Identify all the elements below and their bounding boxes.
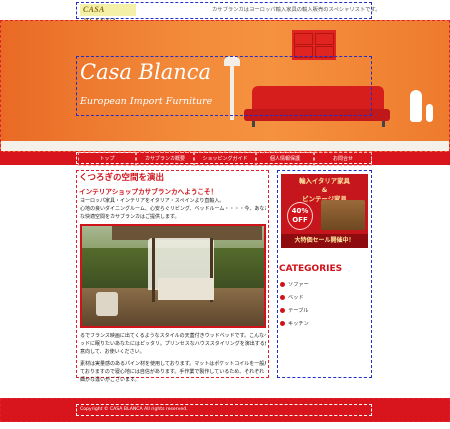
desc-line: 細かな違いがございます。: [80, 377, 140, 383]
canopy-bed-photo: [80, 224, 266, 328]
discount-off: OFF: [292, 216, 308, 224]
banner-line: 輸入イタリア家具: [299, 177, 350, 185]
hero-subtitle: European Import Furniture: [80, 96, 213, 107]
category-label: キッチン: [288, 321, 309, 327]
sale-banner[interactable]: 輸入イタリア家具 & ビンテージ家具 40% OFF 大特価セール開催中！: [281, 174, 368, 248]
discount-percent: 40%: [291, 207, 309, 215]
category-link-sofa[interactable]: ソファー: [280, 280, 368, 290]
intro-line: ヨーロッパ家具・インテリアをイタリア・スペインより直輸入。: [80, 198, 225, 204]
category-link-kitchen[interactable]: キッチン: [280, 319, 368, 329]
nav-item-top[interactable]: トップ: [78, 152, 136, 166]
nav-item-about[interactable]: カサブランカ概要: [136, 152, 194, 166]
desc-line: ておりますので寝心地には自信があります。手作業で製作しているため、それぞれ: [80, 369, 265, 375]
intro-line: 心地の良いダイニングルーム、心安らぐリビング、ベッドルーム・・・・今、あなた: [80, 206, 266, 212]
bullet-icon: [280, 281, 285, 287]
categories-title: CATEGORIES: [279, 264, 343, 274]
desc-line: 意向して、お使いください。: [80, 349, 145, 355]
category-link-bed[interactable]: ベッド: [280, 293, 368, 303]
bullet-icon: [280, 294, 285, 300]
bullet-icon: [280, 320, 285, 326]
hero-title: Casa Blanca: [80, 60, 212, 84]
nav-item-privacy[interactable]: 個人情報保護: [256, 152, 314, 166]
sofa-leg: [382, 121, 385, 127]
white-vase: [410, 90, 422, 122]
intro-line: な快適空間をカサブランカはご提供します。: [80, 214, 180, 220]
category-label: ソファー: [288, 282, 309, 288]
desc-line: るでフランス映画に出てくるようなスタイルの天蓋付きウッドベッドです。こんなべ: [80, 333, 266, 339]
desc-line: 素材は実量感のあるパイン材を使用しております。マットはポケットコイルを一般用: [80, 361, 266, 367]
desc-line: ッドに眠りたいあなたにはピッタリ。プリンセスなハウススタイリングを演出する何: [80, 341, 266, 347]
banner-line: &: [321, 186, 328, 194]
site-logo[interactable]: CASA BLANCA: [80, 4, 136, 26]
category-label: ベッド: [288, 295, 304, 301]
welcome-heading: インテリアショップカサブランカへようこそ！: [79, 188, 218, 196]
site-tagline: カサブランカはヨーロッパ輸入家具の輸入販売のスペシャリストです。: [212, 7, 381, 13]
sofa-leg: [252, 121, 255, 127]
copyright-text: Copyright © CASA BLANCA All rights reser…: [80, 407, 188, 412]
nav-divider: [0, 166, 450, 169]
sale-text: 大特価セール開催中！: [281, 234, 368, 248]
hero-floor: [1, 141, 449, 151]
nav-item-contact[interactable]: お問合せ: [314, 152, 372, 166]
nav-item-guide[interactable]: ショッピングガイド: [194, 152, 256, 166]
main-heading: くつろぎの空間を演出: [79, 173, 165, 183]
category-label: テーブル: [288, 308, 309, 314]
category-link-table[interactable]: テーブル: [280, 306, 368, 316]
discount-badge: 40% OFF: [287, 202, 313, 230]
white-vase-small: [426, 104, 433, 122]
bullet-icon: [280, 307, 285, 313]
vintage-furniture-image: [321, 200, 365, 230]
